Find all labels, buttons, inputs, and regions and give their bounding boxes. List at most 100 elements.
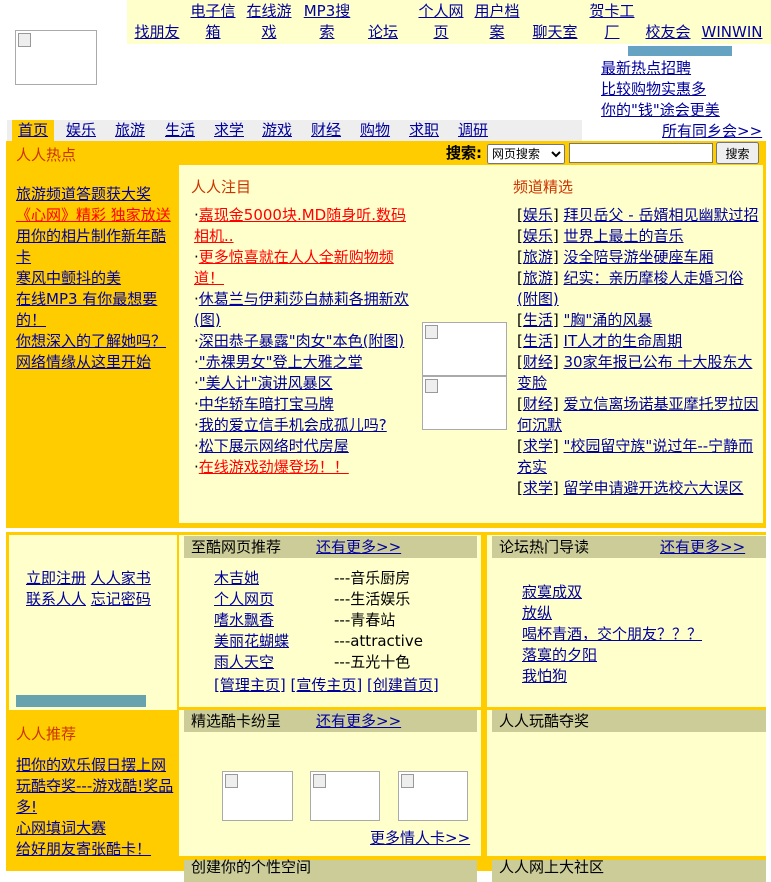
forum-item[interactable]: 寂寞成双 [522,582,762,603]
forum-list: 寂寞成双 放纵 喝杯青酒，交个朋友？？？ 落寞的夕阳 我怕狗 [522,582,762,687]
nav-user-profile[interactable]: 用户档案 [471,1,523,43]
create-page-link[interactable]: [创建首页] [367,676,439,694]
nav-forum[interactable]: 论坛 [363,22,403,43]
hot-item[interactable]: 在线MP3 有你最想要的！ [16,289,176,331]
search-type-select[interactable]: 网页搜索 [487,144,565,164]
focus-image-1[interactable] [422,322,507,376]
recommend-item[interactable]: 玩酷夺奖---游戏酷!奖品多! [16,776,176,818]
focus-item[interactable]: 深田恭子暴露"肉女"本色(附图) [199,332,405,350]
channel-tag[interactable]: 旅游 [523,248,553,266]
tab-finance[interactable]: 财经 [311,120,341,141]
tab-study[interactable]: 求学 [214,120,244,141]
tab-jobs[interactable]: 求职 [409,120,439,141]
nav-card-factory[interactable]: 贺卡工厂 [587,1,637,43]
search-input[interactable] [569,143,713,163]
channel-item[interactable]: "胸"涌的风暴 [564,311,653,329]
channel-tag[interactable]: 财经 [523,395,553,413]
tab-travel[interactable]: 旅游 [115,120,145,141]
search-button[interactable]: 搜索 [716,142,759,164]
cool-page-link[interactable]: 雨人天空 [214,652,334,673]
more-valentine-cards[interactable]: 更多情人卡>> [370,828,470,849]
focus-item[interactable]: 在线游戏劲爆登场！！ [199,458,349,476]
recommend-item[interactable]: 给好朋友寄张酷卡！ [16,839,176,860]
hot-item[interactable]: 《心网》精彩 独家放送 [16,205,176,226]
list-item: ·中华轿车暗打宝马牌 [194,395,334,413]
forum-item[interactable]: 我怕狗 [522,666,762,687]
channel-item[interactable]: IT人才的生命周期 [564,332,683,350]
cool-page-link[interactable]: 个人网页 [214,589,334,610]
promote-page-link[interactable]: [宣传主页] [291,676,363,694]
hot-item[interactable]: 寒风中颤抖的美 [16,268,176,289]
channel-item[interactable]: 留学申请避开选校六大误区 [564,479,744,497]
focus-image-2[interactable] [422,376,507,430]
list-item: ·嘉现金5000块.MD随身听.数码相机.. [194,206,406,245]
promo-jobs[interactable]: 最新热点招聘 [601,58,691,79]
cool-pages-more[interactable]: 还有更多>> [316,536,401,558]
channel-tag[interactable]: 旅游 [523,269,553,287]
tab-entertainment[interactable]: 娱乐 [66,120,96,141]
card-thumb-3[interactable] [398,771,468,821]
focus-item[interactable]: 休葛兰与伊莉莎白赫莉各拥新欢(图) [194,290,409,329]
card-thumb-2[interactable] [310,771,380,821]
nav-winwin[interactable]: WINWIN [697,22,767,43]
list-item: ·深田恭子暴露"肉女"本色(附图) [194,332,405,350]
hot-item[interactable]: 旅游频道答题获大奖 [16,184,176,205]
cool-page-link[interactable]: 美丽花蝴蝶 [214,631,334,652]
focus-item[interactable]: 松下展示网络时代房屋 [199,437,349,455]
channel-tag[interactable]: 生活 [523,332,553,350]
forum-item[interactable]: 放纵 [522,603,762,624]
nav-alumni[interactable]: 校友会 [643,22,693,43]
promo-money[interactable]: 你的"钱"途会更美 [601,100,720,121]
space-title: 创建你的个性空间 [191,858,312,876]
cards-more[interactable]: 还有更多>> [316,710,401,732]
nav-find-friends[interactable]: 找朋友 [131,22,183,43]
channel-tag[interactable]: 求学 [523,437,553,455]
focus-item[interactable]: 更多惊喜就在人人全新购物频道！ [194,248,394,287]
focus-item[interactable]: 中华轿车暗打宝马牌 [199,395,334,413]
tab-shopping[interactable]: 购物 [360,120,390,141]
channel-tag[interactable]: 财经 [523,353,553,371]
tab-home[interactable]: 首页 [12,120,55,141]
nav-personal-page[interactable]: 个人网页 [413,1,469,43]
channel-tag[interactable]: 娱乐 [523,206,553,224]
register-link[interactable]: 立即注册 [26,569,86,587]
nav-online-games[interactable]: 在线游戏 [243,1,295,43]
channel-item[interactable]: 世界上最土的音乐 [564,227,684,245]
promo-shopping[interactable]: 比较购物实惠多 [601,79,706,100]
focus-item[interactable]: "赤裸男女"登上大雅之堂 [199,353,363,371]
fun-title: 人人玩酷夺奖 [499,712,590,730]
channel-tag[interactable]: 娱乐 [523,227,553,245]
tab-life[interactable]: 生活 [165,120,195,141]
forum-more[interactable]: 还有更多>> [660,536,745,558]
manage-page-link[interactable]: [管理主页] [214,676,286,694]
forum-item[interactable]: 喝杯青酒，交个朋友？？？ [522,624,762,645]
nav-mp3-search[interactable]: MP3搜索 [299,1,355,43]
channel-item[interactable]: 拜贝岳父 - 岳婿相见幽默过招 [564,206,759,224]
hot-item[interactable]: 你想深入的了解她吗？ [16,331,176,352]
focus-list: ·嘉现金5000块.MD随身听.数码相机.. ·更多惊喜就在人人全新购物频道！ … [194,205,410,478]
nav-email[interactable]: 电子信箱 [187,1,239,43]
forum-item[interactable]: 落寞的夕阳 [522,645,762,666]
cool-page-link[interactable]: 木吉她 [214,568,334,589]
hot-item[interactable]: 网络情缘从这里开始 [16,352,176,373]
card-thumb-1[interactable] [222,771,293,821]
tab-games[interactable]: 游戏 [262,120,292,141]
letters-link[interactable]: 人人家书 [91,569,151,587]
focus-item[interactable]: "美人计"演讲风暴区 [199,374,333,392]
focus-item[interactable]: 我的爱立信手机会成孤儿吗? [199,416,387,434]
cool-page-desc: ---attractive [334,632,423,650]
cool-page-desc: ---音乐厨房 [334,569,411,587]
recommend-item[interactable]: 心网填词大赛 [16,818,176,839]
forgot-password-link[interactable]: 忘记密码 [91,590,151,608]
contact-link[interactable]: 联系人人 [26,590,86,608]
nav-chat-room[interactable]: 聊天室 [527,22,583,43]
cool-page-link[interactable]: 嗜水飘香 [214,610,334,631]
all-alumni-link[interactable]: 所有同乡会>> [662,121,762,142]
focus-item[interactable]: 嘉现金5000块.MD随身听.数码相机.. [194,206,406,245]
tab-survey[interactable]: 调研 [458,120,488,141]
recommend-item[interactable]: 把你的欢乐假日摆上网 [16,755,176,776]
channel-tag[interactable]: 求学 [523,479,553,497]
channel-tag[interactable]: 生活 [523,311,553,329]
channel-item[interactable]: 没全陪导游坐硬座车厢 [564,248,714,266]
hot-item[interactable]: 用你的相片制作新年酷卡 [16,226,176,268]
